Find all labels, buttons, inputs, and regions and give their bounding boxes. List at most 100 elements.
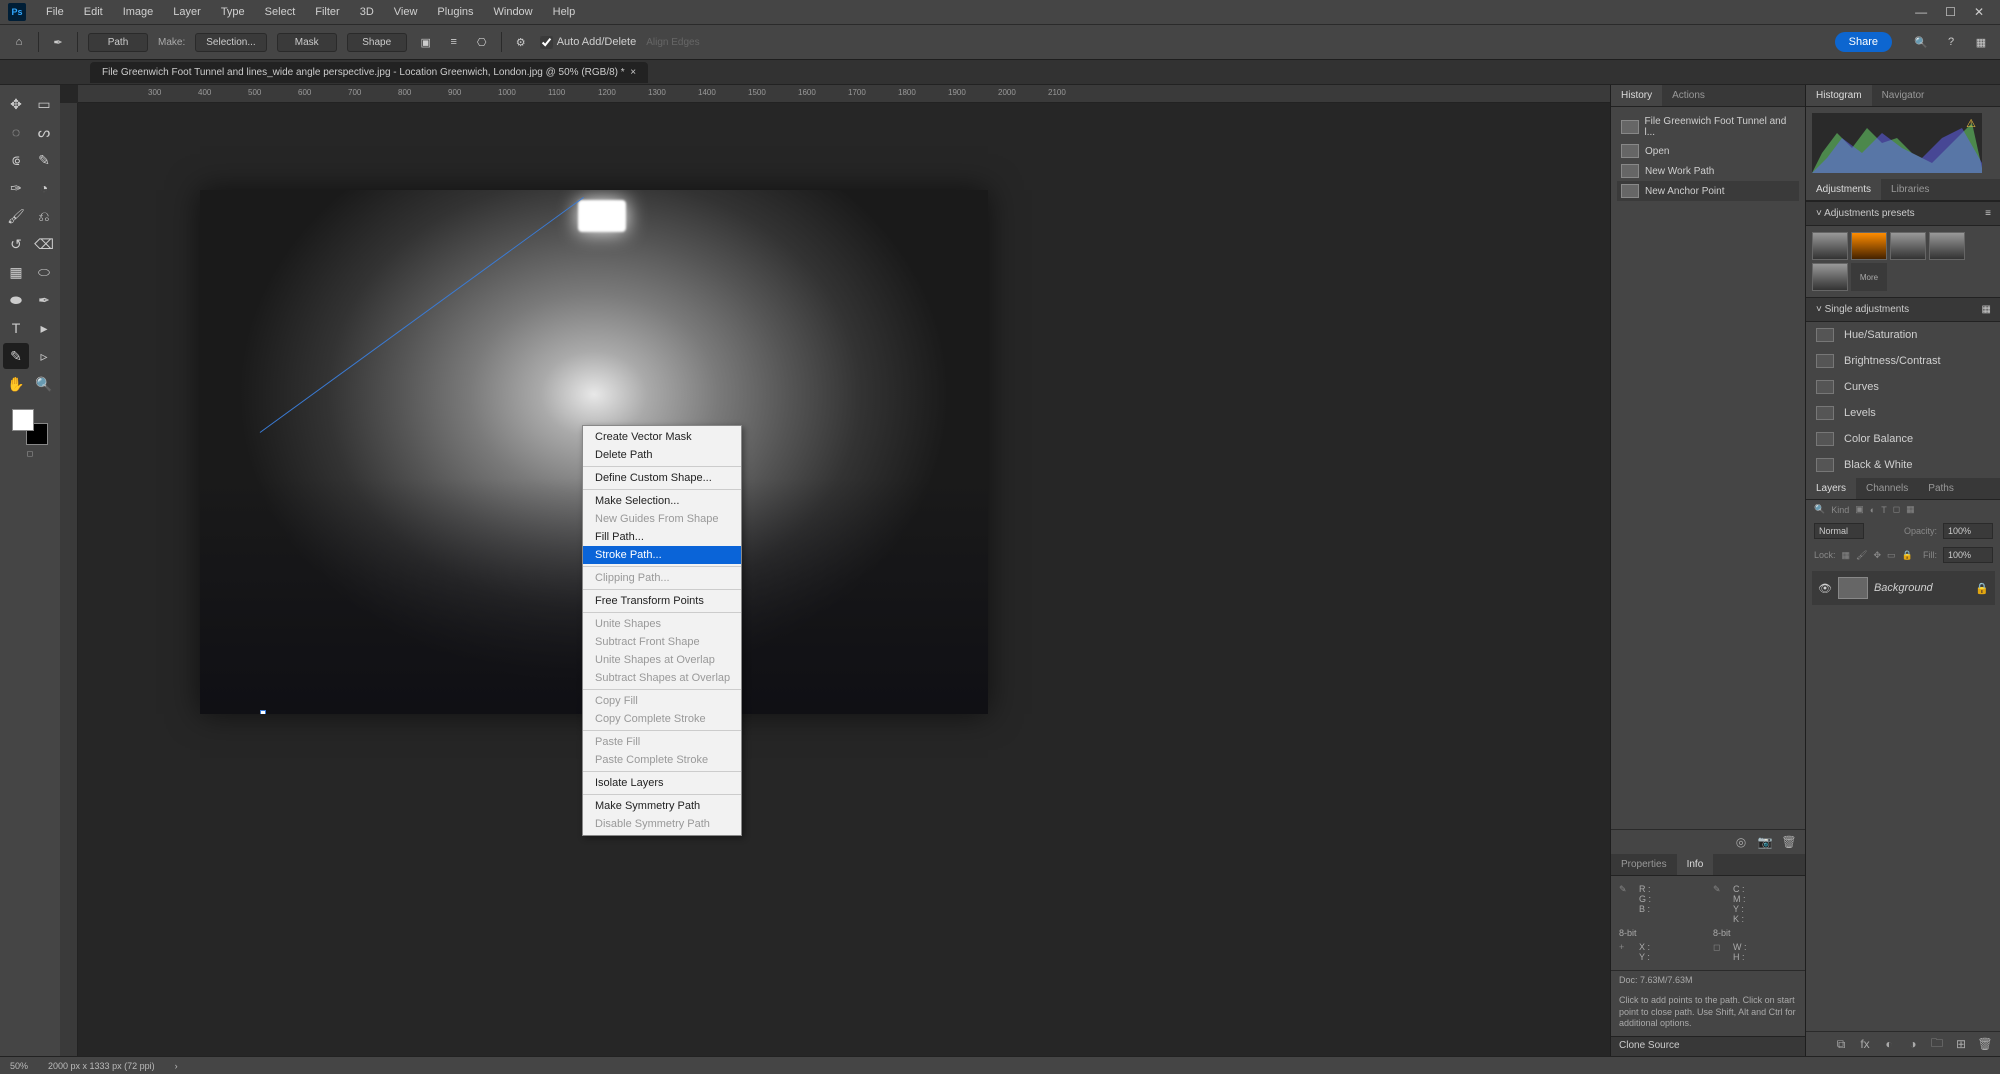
adj-presets-header[interactable]: ˅ Adjustments presets≡ [1806, 201, 2000, 226]
share-button[interactable]: Share [1835, 32, 1892, 52]
tab-properties[interactable]: Properties [1611, 854, 1677, 875]
help-icon[interactable]: ? [1942, 33, 1960, 51]
adj-levels[interactable]: Levels [1806, 400, 2000, 426]
canvas-area[interactable]: 3004005006007008009001000110012001300140… [60, 85, 1610, 1056]
dodge-tool[interactable]: ⬬ [3, 287, 29, 313]
lasso-tool[interactable]: ᔕ [31, 119, 57, 145]
path-arrange-icon[interactable]: ⎔ [473, 33, 491, 51]
eraser-tool[interactable]: ⌫ [31, 231, 57, 257]
search-icon[interactable]: 🔍 [1912, 33, 1930, 51]
filter-smart-icon[interactable]: ▦ [1906, 504, 1915, 515]
preset-thumb[interactable] [1851, 232, 1887, 260]
ruler-vertical[interactable] [60, 103, 78, 1056]
menu-icon[interactable]: ≡ [1985, 208, 1991, 219]
status-arrow-icon[interactable]: › [175, 1061, 178, 1071]
camera-icon[interactable]: 📷 [1757, 834, 1773, 850]
mask-icon[interactable]: ◐ [1881, 1036, 1897, 1052]
make-mask-button[interactable]: Mask [277, 33, 337, 52]
context-item[interactable]: Stroke Path... [583, 546, 741, 564]
path-segment[interactable] [260, 197, 584, 433]
make-selection-button[interactable]: Selection... [195, 33, 266, 52]
path-ops-icon[interactable]: ▣ [417, 33, 435, 51]
history-item-open[interactable]: Open [1617, 141, 1799, 161]
close-icon[interactable]: ✕ [1974, 5, 1984, 19]
menu-edit[interactable]: Edit [74, 2, 113, 22]
artboard-tool[interactable]: ▭ [31, 91, 57, 117]
minimize-icon[interactable]: — [1915, 5, 1927, 19]
grid-icon[interactable]: ▦ [1982, 304, 1991, 315]
document-tab[interactable]: File Greenwich Foot Tunnel and lines_wid… [90, 62, 648, 83]
preset-thumb[interactable] [1812, 263, 1848, 291]
clone-source-panel-header[interactable]: Clone Source [1611, 1036, 1805, 1056]
history-item-new-work-path[interactable]: New Work Path [1617, 161, 1799, 181]
context-item[interactable]: Delete Path [583, 446, 741, 464]
path-select-tool[interactable]: ▸ [31, 315, 57, 341]
context-item[interactable]: Create Vector Mask [583, 428, 741, 446]
zoom-level[interactable]: 50% [10, 1061, 28, 1071]
history-brush-tool[interactable]: ↺ [3, 231, 29, 257]
anchor-point[interactable] [260, 710, 266, 714]
menu-type[interactable]: Type [211, 2, 255, 22]
history-item-new-anchor[interactable]: New Anchor Point [1617, 181, 1799, 201]
menu-window[interactable]: Window [484, 2, 543, 22]
adj-black-white[interactable]: Black & White [1806, 452, 2000, 478]
context-item[interactable]: Define Custom Shape... [583, 469, 741, 487]
context-item[interactable]: Make Selection... [583, 492, 741, 510]
make-shape-button[interactable]: Shape [347, 33, 407, 52]
maximize-icon[interactable]: ☐ [1945, 5, 1956, 19]
lock-all-icon[interactable]: 🔒 [1902, 550, 1913, 561]
tool-mode-select[interactable]: Path [88, 33, 148, 52]
doc-dimensions[interactable]: 2000 px x 1333 px (72 ppi) [48, 1061, 155, 1071]
adj-brightness-contrast[interactable]: Brightness/Contrast [1806, 348, 2000, 374]
tab-actions[interactable]: Actions [1662, 85, 1715, 106]
adj-curves[interactable]: Curves [1806, 374, 2000, 400]
context-item[interactable]: Isolate Layers [583, 774, 741, 792]
lock-nest-icon[interactable]: ▭ [1887, 550, 1896, 561]
workspace-icon[interactable]: ▦ [1972, 33, 1990, 51]
trash-icon[interactable]: 🗑 [1781, 834, 1797, 850]
lock-image-icon[interactable]: 🖌 [1856, 550, 1867, 561]
direct-select-tool[interactable]: ▹ [31, 343, 57, 369]
menu-image[interactable]: Image [113, 2, 164, 22]
tab-navigator[interactable]: Navigator [1872, 85, 1935, 106]
delete-layer-icon[interactable]: 🗑 [1977, 1036, 1993, 1052]
context-item[interactable]: Free Transform Points [583, 592, 741, 610]
gradient-tool[interactable]: ▦ [3, 259, 29, 285]
layer-background[interactable]: 👁 Background 🔒 [1812, 571, 1995, 605]
link-icon[interactable]: ⧉ [1833, 1036, 1849, 1052]
lock-trans-icon[interactable]: ▦ [1842, 550, 1851, 561]
blur-tool[interactable]: ⬭ [31, 259, 57, 285]
hand-tool[interactable]: ✋ [3, 371, 29, 397]
filter-shape-icon[interactable]: ◻ [1893, 504, 1900, 515]
adj-layer-icon[interactable]: ◑ [1905, 1036, 1921, 1052]
crop-tool[interactable]: ⟃ [3, 147, 29, 173]
menu-plugins[interactable]: Plugins [427, 2, 483, 22]
tab-info[interactable]: Info [1677, 854, 1714, 875]
zoom-tool[interactable]: 🔍 [31, 371, 57, 397]
menu-file[interactable]: File [36, 2, 74, 22]
preset-more[interactable]: More [1851, 263, 1887, 291]
filter-image-icon[interactable]: ▣ [1855, 504, 1864, 515]
quick-mask-icon[interactable]: ◻ [27, 449, 34, 458]
stamp-tool[interactable]: ⎌ [31, 203, 57, 229]
tab-adjustments[interactable]: Adjustments [1806, 179, 1881, 200]
tab-libraries[interactable]: Libraries [1881, 179, 1939, 200]
ruler-horizontal[interactable]: 3004005006007008009001000110012001300140… [78, 85, 1610, 103]
tab-paths[interactable]: Paths [1918, 478, 1964, 499]
spot-tool[interactable]: ◔ [31, 175, 57, 201]
brush-tool[interactable]: 🖌 [3, 203, 29, 229]
gear-icon[interactable]: ⚙ [512, 33, 530, 51]
foreground-color[interactable] [12, 409, 34, 431]
visibility-icon[interactable]: 👁 [1818, 582, 1832, 595]
pen-tool[interactable]: ✒ [31, 287, 57, 313]
blend-mode[interactable] [1814, 523, 1864, 539]
group-icon[interactable]: 🗀 [1929, 1036, 1945, 1052]
tab-layers[interactable]: Layers [1806, 478, 1856, 499]
tab-histogram[interactable]: Histogram [1806, 85, 1872, 106]
menu-layer[interactable]: Layer [163, 2, 211, 22]
context-item[interactable]: Make Symmetry Path [583, 797, 741, 815]
menu-help[interactable]: Help [543, 2, 586, 22]
adj-color-balance[interactable]: Color Balance [1806, 426, 2000, 452]
home-icon[interactable]: ⌂ [10, 33, 28, 51]
marquee-tool[interactable]: ◌ [3, 119, 29, 145]
